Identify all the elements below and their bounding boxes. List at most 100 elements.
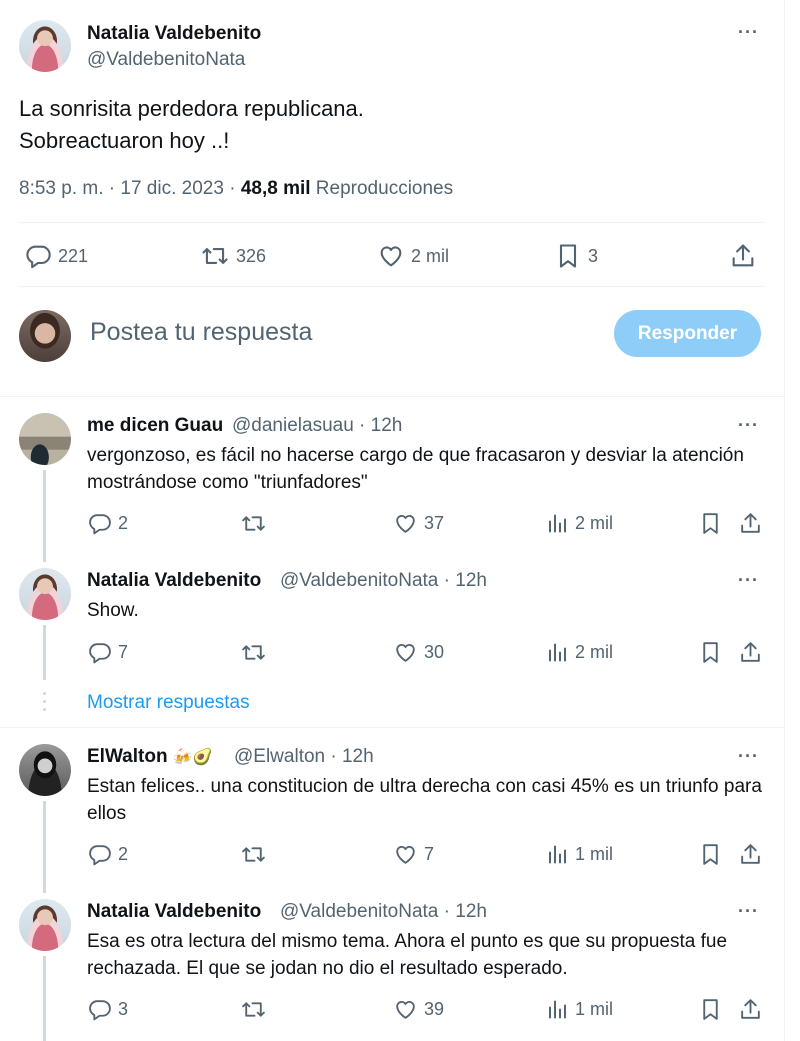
- views-bars-icon: [549, 845, 566, 864]
- meta-separator: ·: [103, 178, 121, 199]
- views-bars-icon: [549, 643, 566, 662]
- more-icon[interactable]: ···: [738, 746, 759, 767]
- views-button[interactable]: 2 mil: [547, 640, 613, 665]
- reply-author-name[interactable]: Natalia Valdebenito: [87, 570, 261, 592]
- like-button[interactable]: 7: [393, 842, 434, 867]
- show-replies-link[interactable]: Mostrar respuestas: [87, 692, 250, 714]
- heart-icon: [396, 1000, 415, 1019]
- tweet-text-line2: Sobreactuaron hoy ..!: [19, 128, 230, 153]
- share-button[interactable]: [738, 640, 763, 665]
- reply-avatar[interactable]: [19, 568, 71, 620]
- like-button[interactable]: 2 mil: [377, 242, 449, 270]
- more-icon[interactable]: ···: [738, 22, 759, 43]
- author-name[interactable]: Natalia Valdebenito: [87, 23, 261, 45]
- share-button[interactable]: [738, 511, 763, 536]
- bookmark-count: 3: [588, 245, 599, 266]
- share-icon: [741, 642, 760, 662]
- thread-dots: [43, 692, 46, 716]
- reply-bubble-icon: [89, 1000, 111, 1021]
- share-button[interactable]: [738, 842, 763, 867]
- reply-author-name-text: ElWalton: [87, 746, 168, 767]
- retweet-button[interactable]: [240, 997, 267, 1022]
- more-icon[interactable]: ···: [738, 901, 759, 922]
- author-emojis: 🍻🥑: [172, 748, 213, 766]
- reply-button[interactable]: 3: [87, 997, 128, 1022]
- reply-author-name[interactable]: ElWalton 🍻🥑: [87, 746, 213, 768]
- retweet-button[interactable]: 326: [200, 242, 266, 270]
- views-count[interactable]: 48,8 mil: [241, 178, 311, 199]
- views-button[interactable]: 1 mil: [547, 842, 613, 867]
- tweet-text-line1: La sonrisita perdedora republicana.: [19, 96, 364, 121]
- reply-author-name[interactable]: me dicen Guau: [87, 415, 223, 437]
- heart-icon: [380, 246, 402, 267]
- heart-icon: [396, 643, 415, 662]
- like-count: 39: [424, 999, 445, 1019]
- retweet-button[interactable]: [240, 842, 267, 867]
- author-handle[interactable]: @ValdebenitoNata: [87, 49, 245, 71]
- bookmark-button[interactable]: [698, 511, 723, 536]
- share-button[interactable]: [729, 242, 757, 270]
- tweet-date[interactable]: 17 dic. 2023: [120, 178, 224, 199]
- views-label[interactable]: Reproducciones: [311, 178, 453, 199]
- reply-handle-time[interactable]: @danielasuau · 12h: [232, 415, 402, 437]
- like-button[interactable]: 39: [393, 997, 444, 1022]
- reply-button[interactable]: 221: [24, 242, 88, 270]
- reply-text: Estan felices.. una constitucion de ultr…: [87, 776, 762, 824]
- retweet-icon: [202, 248, 228, 264]
- more-icon[interactable]: ···: [738, 415, 759, 436]
- reply-bubble-icon: [89, 845, 111, 866]
- reply-bubble-icon: [89, 514, 111, 535]
- divider: [0, 396, 784, 397]
- reply-author-name[interactable]: Natalia Valdebenito: [87, 901, 261, 923]
- reply-avatar[interactable]: [19, 413, 71, 465]
- divider: [19, 222, 765, 223]
- views-count: 1 mil: [575, 999, 614, 1019]
- like-button[interactable]: 37: [393, 511, 444, 536]
- reply-button[interactable]: 7: [87, 640, 128, 665]
- retweet-button[interactable]: [240, 511, 267, 536]
- share-icon: [741, 844, 760, 864]
- reply-avatar[interactable]: [19, 744, 71, 796]
- reply-count: 221: [58, 245, 89, 266]
- reply-button[interactable]: 2: [87, 842, 128, 867]
- reply-text: Show.: [87, 600, 139, 621]
- reply-input[interactable]: Postea tu respuesta: [90, 318, 312, 347]
- bookmark-button[interactable]: [698, 842, 723, 867]
- reply-handle-time[interactable]: @ValdebenitoNata · 12h: [280, 570, 487, 592]
- views-button[interactable]: 2 mil: [547, 511, 613, 536]
- reply-handle-time[interactable]: @Elwalton · 12h: [234, 746, 374, 768]
- divider: [0, 727, 784, 728]
- reply-count: 7: [118, 642, 129, 662]
- author-avatar[interactable]: [19, 20, 71, 72]
- tweet-text: La sonrisita perdedora republicana. Sobr…: [19, 93, 364, 157]
- retweet-icon: [242, 1002, 265, 1017]
- reply-handle-time[interactable]: @ValdebenitoNata · 12h: [280, 901, 487, 923]
- share-button[interactable]: [738, 997, 763, 1022]
- views-bars-icon: [549, 1000, 566, 1019]
- more-icon[interactable]: ···: [738, 570, 759, 591]
- current-user-avatar[interactable]: [19, 310, 71, 362]
- retweet-count: 326: [236, 245, 267, 266]
- bookmark-icon: [703, 513, 718, 534]
- tweet-meta: 8:53 p. m. · 17 dic. 2023 · 48,8 mil Rep…: [19, 178, 453, 200]
- reply-bubble-icon: [26, 245, 51, 269]
- bookmark-button[interactable]: [698, 640, 723, 665]
- like-button[interactable]: 30: [393, 640, 444, 665]
- share-icon: [741, 999, 760, 1019]
- reply-text: Esa es otra lectura del mismo tema. Ahor…: [87, 931, 728, 979]
- respond-button[interactable]: Responder: [614, 310, 761, 357]
- reply-bubble-icon: [89, 643, 111, 664]
- tweet-time[interactable]: 8:53 p. m.: [19, 178, 104, 199]
- reply-avatar[interactable]: [19, 899, 71, 951]
- retweet-button[interactable]: [240, 640, 267, 665]
- heart-icon: [396, 845, 415, 864]
- bookmark-icon: [703, 999, 718, 1020]
- reply-button[interactable]: 2: [87, 511, 128, 536]
- share-icon: [732, 244, 754, 267]
- like-count: 37: [424, 513, 445, 533]
- bookmark-button[interactable]: [698, 997, 723, 1022]
- views-button[interactable]: 1 mil: [547, 997, 613, 1022]
- bookmark-button[interactable]: 3: [554, 242, 598, 270]
- reply-count: 3: [118, 999, 129, 1019]
- views-count: 1 mil: [575, 844, 614, 864]
